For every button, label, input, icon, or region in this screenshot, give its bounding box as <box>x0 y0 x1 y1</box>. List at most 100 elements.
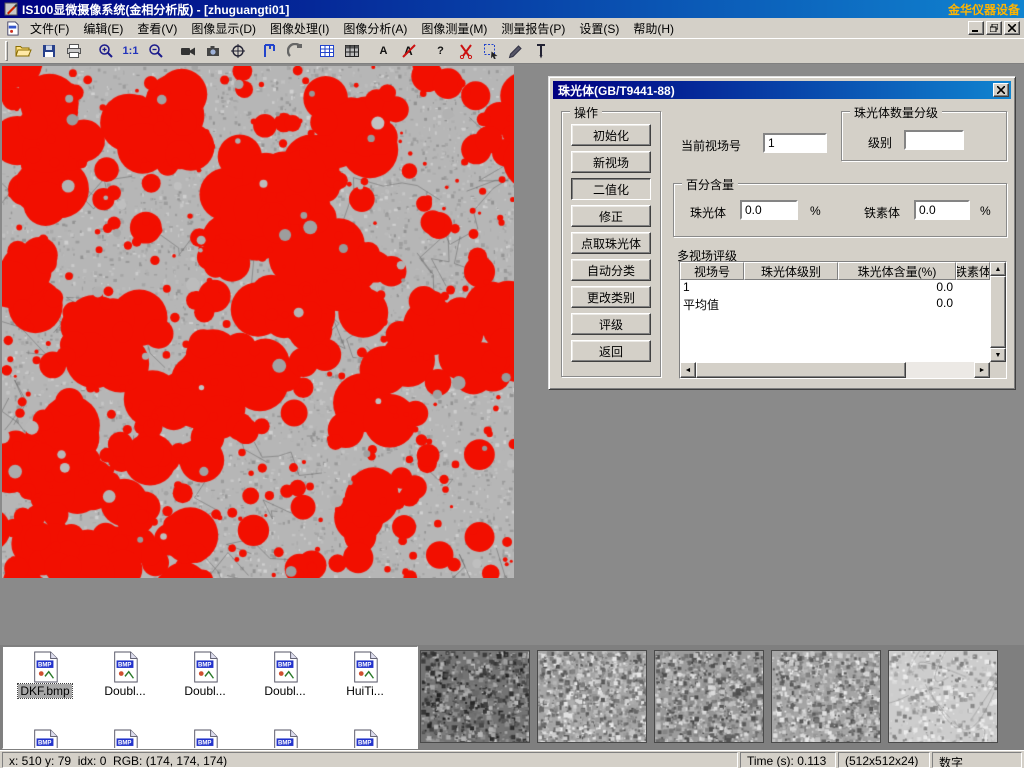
select-area-button[interactable] <box>478 39 503 63</box>
current-view-label: 当前视场号 <box>681 137 741 154</box>
rate-button[interactable]: 评级 <box>571 313 651 335</box>
text-tool-button[interactable]: A <box>371 39 396 63</box>
dropper-button[interactable] <box>503 39 528 63</box>
pearlite-percent-input[interactable] <box>740 200 798 220</box>
table-hscrollbar[interactable]: ◄ ► <box>680 362 990 378</box>
zoom-in-button[interactable] <box>93 39 118 63</box>
column-header-grade[interactable]: 珠光体级别 <box>744 262 838 280</box>
scroll-right-button[interactable]: ► <box>974 362 990 378</box>
mdi-restore-button[interactable] <box>986 21 1002 35</box>
menu-item-help[interactable]: 帮助(H) <box>626 18 681 39</box>
table-row[interactable]: 平均值 0.0 <box>680 296 990 312</box>
micrometer-button[interactable] <box>282 39 307 63</box>
return-button[interactable]: 返回 <box>571 340 651 362</box>
child-window-icon[interactable] <box>5 21 20 36</box>
column-header-view[interactable]: 视场号 <box>680 262 744 280</box>
svg-text:BMP: BMP <box>198 662 212 669</box>
dialog-close-button[interactable] <box>993 83 1009 97</box>
open-button[interactable] <box>11 39 36 63</box>
file-item[interactable]: BMP <box>167 729 243 749</box>
svg-text:BMP: BMP <box>38 662 52 669</box>
bmp-file-icon: BMP <box>190 651 220 683</box>
thumbnail-canvas[interactable] <box>537 650 647 743</box>
menu-item-edit[interactable]: 编辑(E) <box>76 18 130 39</box>
toolbar-separator <box>307 39 314 63</box>
menu-item-settings[interactable]: 设置(S) <box>572 18 626 39</box>
new-view-button[interactable]: 新视场 <box>571 151 651 173</box>
scroll-up-button[interactable]: ▲ <box>990 262 1006 276</box>
file-item[interactable]: BMP <box>327 729 403 749</box>
menu-item-image-processing[interactable]: 图像处理(I) <box>263 18 336 39</box>
table-vscrollbar[interactable]: ▲ ▼ <box>990 262 1006 362</box>
thumbnail-canvas[interactable] <box>888 650 998 743</box>
file-item[interactable]: BMP DKF.bmp <box>7 651 83 698</box>
menu-bar: 文件(F) 编辑(E) 查看(V) 图像显示(D) 图像处理(I) 图像分析(A… <box>0 18 1024 38</box>
svg-text:BMP: BMP <box>38 740 52 747</box>
video-capture-button[interactable] <box>175 39 200 63</box>
mdi-close-button[interactable] <box>1004 21 1020 35</box>
scroll-left-button[interactable]: ◄ <box>680 362 696 378</box>
application-window: IS100显微摄像系统(金相分析版) - [zhuguangti01] 金华仪器… <box>0 0 1024 768</box>
hscroll-track[interactable] <box>906 362 974 378</box>
file-row: BMP DKF.bmp BMP Doubl... <box>3 651 403 698</box>
help-button[interactable]: ? <box>428 39 453 63</box>
current-view-input[interactable] <box>763 133 827 153</box>
thumbnail-canvas[interactable] <box>771 650 881 743</box>
ferrite-percent-input[interactable] <box>914 200 970 220</box>
file-item[interactable]: BMP <box>7 729 83 749</box>
vscroll-thumb[interactable] <box>990 276 1006 348</box>
binarize-button[interactable]: 二值化 <box>571 178 651 200</box>
table-button[interactable] <box>314 39 339 63</box>
target-button[interactable] <box>225 39 250 63</box>
menu-item-view[interactable]: 查看(V) <box>130 18 184 39</box>
caliper-button[interactable] <box>257 39 282 63</box>
print-button[interactable] <box>61 39 86 63</box>
toolbar-separator <box>364 39 371 63</box>
status-time: Time (s): 0.113 <box>740 752 836 768</box>
bmp-file-icon: BMP <box>350 729 380 749</box>
file-item[interactable]: BMP Doubl... <box>247 651 323 698</box>
hscroll-thumb[interactable] <box>696 362 906 378</box>
camera-button[interactable] <box>200 39 225 63</box>
table-grid-icon <box>319 43 335 59</box>
plumb-button[interactable] <box>528 39 553 63</box>
column-header-ferrite[interactable]: 铁素体 <box>956 262 990 280</box>
save-button[interactable] <box>36 39 61 63</box>
file-item[interactable]: BMP HuiTi... <box>327 651 403 698</box>
file-item[interactable]: BMP Doubl... <box>87 651 163 698</box>
svg-text:BMP: BMP <box>358 740 372 747</box>
text-off-button[interactable]: A <box>396 39 421 63</box>
pick-pearlite-button[interactable]: 点取珠光体 <box>571 232 651 254</box>
cell-view: 平均值 <box>680 296 744 312</box>
scroll-down-button[interactable]: ▼ <box>990 348 1006 362</box>
file-item[interactable]: BMP Doubl... <box>167 651 243 698</box>
menu-item-image-measure[interactable]: 图像测量(M) <box>414 18 494 39</box>
file-item[interactable]: BMP <box>87 729 163 749</box>
auto-classify-button[interactable]: 自动分类 <box>571 259 651 281</box>
correct-button[interactable]: 修正 <box>571 205 651 227</box>
zoom-out-button[interactable] <box>143 39 168 63</box>
cell-view: 1 <box>680 280 744 296</box>
toolbar-grip[interactable] <box>5 41 8 61</box>
grade-label: 级别 <box>868 134 892 151</box>
grid-button[interactable] <box>339 39 364 63</box>
file-item[interactable]: BMP <box>247 729 323 749</box>
menu-item-file[interactable]: 文件(F) <box>23 18 76 39</box>
metallograph-canvas[interactable] <box>2 66 514 578</box>
table-row[interactable]: 1 0.0 <box>680 280 990 296</box>
cut-button[interactable] <box>453 39 478 63</box>
init-button[interactable]: 初始化 <box>571 124 651 146</box>
grade-group-label: 珠光体数量分级 <box>850 104 942 121</box>
menu-item-measure-report[interactable]: 测量报告(P) <box>494 18 572 39</box>
dialog-title-bar[interactable]: 珠光体(GB/T9441-88) <box>553 81 1011 99</box>
change-class-button[interactable]: 更改类别 <box>571 286 651 308</box>
thumbnail-canvas[interactable] <box>654 650 764 743</box>
actual-size-button[interactable]: 1:1 <box>118 39 143 63</box>
column-header-pearlite-content[interactable]: 珠光体含量(%) <box>838 262 956 280</box>
dark-grid-icon <box>344 43 360 59</box>
thumbnail-canvas[interactable] <box>420 650 530 743</box>
grade-input[interactable] <box>904 130 964 150</box>
menu-item-image-analysis[interactable]: 图像分析(A) <box>336 18 414 39</box>
mdi-minimize-button[interactable] <box>968 21 984 35</box>
menu-item-image-display[interactable]: 图像显示(D) <box>184 18 263 39</box>
